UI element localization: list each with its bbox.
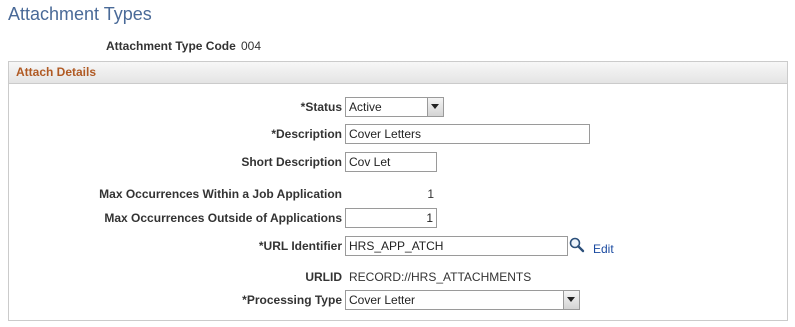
max-occurrences-outside-field[interactable]: 1 — [345, 208, 437, 228]
attach-details-title: Attach Details — [16, 65, 97, 79]
page-title: Attachment Types — [8, 4, 152, 24]
processing-type-select-value: Cover Letter — [349, 293, 416, 307]
urlid-label: URLID — [305, 270, 342, 284]
status-label: *Status — [300, 100, 342, 114]
short-description-label: Short Description — [241, 155, 342, 169]
max-occurrences-within-label: Max Occurrences Within a Job Application — [99, 187, 342, 201]
attachment-type-code-value: 004 — [241, 39, 262, 53]
url-identifier-field[interactable]: HRS_APP_ATCH — [345, 236, 568, 256]
processing-type-select[interactable]: Cover Letter — [345, 290, 580, 310]
description-field[interactable]: Cover Letters — [345, 124, 590, 144]
status-select[interactable]: Active — [345, 97, 444, 117]
urlid-value: RECORD://HRS_ATTACHMENTS — [349, 270, 532, 284]
short-description-field[interactable]: Cov Let — [345, 152, 437, 172]
processing-type-label: *Processing Type — [242, 293, 342, 307]
attach-details-header: Attach Details — [9, 62, 787, 84]
edit-link[interactable]: Edit — [593, 242, 614, 256]
max-occurrences-outside-label: Max Occurrences Outside of Applications — [104, 211, 342, 225]
processing-type-dropdown-arrow-icon[interactable] — [563, 291, 579, 309]
status-select-value: Active — [349, 100, 382, 114]
attachment-type-code-label: Attachment Type Code — [106, 39, 236, 53]
status-dropdown-arrow-icon[interactable] — [427, 98, 443, 116]
magnifier-icon[interactable] — [569, 237, 585, 253]
description-label: *Description — [271, 127, 342, 141]
max-occurrences-within-value: 1 — [427, 187, 434, 201]
url-identifier-label: *URL Identifier — [258, 239, 342, 253]
